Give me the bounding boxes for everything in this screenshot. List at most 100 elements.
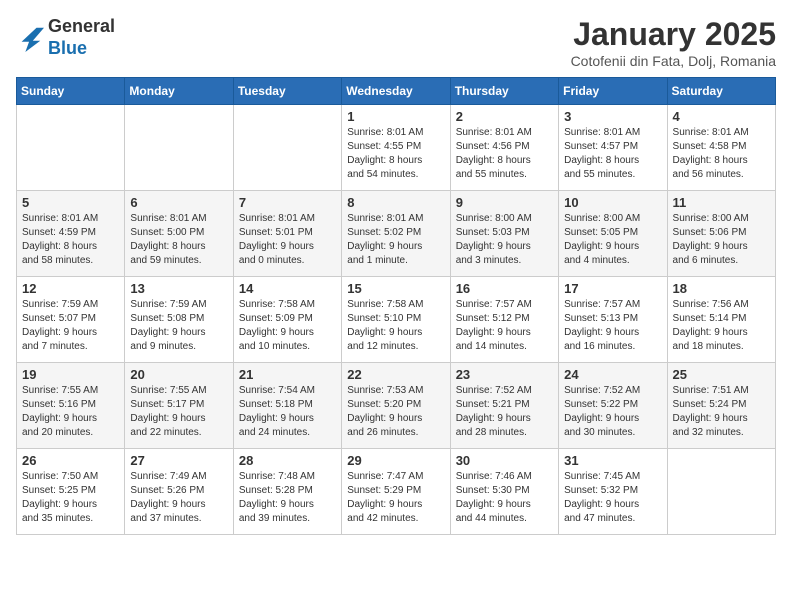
- day-info: Sunrise: 7:58 AM Sunset: 5:09 PM Dayligh…: [239, 298, 336, 354]
- day-number: 10: [564, 195, 661, 210]
- day-number: 18: [673, 281, 770, 296]
- day-info: Sunrise: 7:57 AM Sunset: 5:13 PM Dayligh…: [564, 298, 661, 354]
- calendar-cell: 25 Sunrise: 7:51 AM Sunset: 5:24 PM Dayli…: [667, 363, 775, 449]
- calendar-cell: 27 Sunrise: 7:49 AM Sunset: 5:26 PM Dayli…: [125, 449, 233, 535]
- day-number: 31: [564, 453, 661, 468]
- calendar-cell: 20Sunrise: 7:55 AM Sunset: 5:17 PM Dayli…: [125, 363, 233, 449]
- calendar-body: 1 Sunrise: 8:01 AM Sunset: 4:55 PM Daylig…: [17, 105, 776, 535]
- day-info: Sunrise: 8:01 AM Sunset: 5:02 PM Dayligh…: [347, 212, 444, 268]
- calendar-cell: 21 Sunrise: 7:54 AM Sunset: 5:18 PM Dayli…: [233, 363, 341, 449]
- weekday-header-thursday: Thursday: [450, 78, 558, 105]
- day-info: Sunrise: 8:01 AM Sunset: 4:56 PM Dayligh…: [456, 126, 553, 182]
- page-header: General Blue January 2025 Cotofenii din …: [16, 16, 776, 69]
- day-number: 27: [130, 453, 227, 468]
- calendar-week-2: 5 Sunrise: 8:01 AM Sunset: 4:59 PM Daylig…: [17, 191, 776, 277]
- day-info: Sunrise: 7:46 AM Sunset: 5:30 PM Dayligh…: [456, 470, 553, 526]
- day-info: Sunrise: 7:59 AM Sunset: 5:07 PM Dayligh…: [22, 298, 119, 354]
- day-number: 28: [239, 453, 336, 468]
- day-info: Sunrise: 8:01 AM Sunset: 5:01 PM Dayligh…: [239, 212, 336, 268]
- weekday-header-wednesday: Wednesday: [342, 78, 450, 105]
- day-info: Sunrise: 7:53 AM Sunset: 5:20 PM Dayligh…: [347, 384, 444, 440]
- calendar-cell: 13Sunrise: 7:59 AM Sunset: 5:08 PM Dayli…: [125, 277, 233, 363]
- calendar-cell: 1 Sunrise: 8:01 AM Sunset: 4:55 PM Daylig…: [342, 105, 450, 191]
- day-number: 15: [347, 281, 444, 296]
- day-info: Sunrise: 8:01 AM Sunset: 5:00 PM Dayligh…: [130, 212, 227, 268]
- calendar-cell: 12 Sunrise: 7:59 AM Sunset: 5:07 PM Dayli…: [17, 277, 125, 363]
- day-info: Sunrise: 8:01 AM Sunset: 4:55 PM Dayligh…: [347, 126, 444, 182]
- day-info: Sunrise: 7:57 AM Sunset: 5:12 PM Dayligh…: [456, 298, 553, 354]
- calendar-cell: 29Sunrise: 7:47 AM Sunset: 5:29 PM Dayli…: [342, 449, 450, 535]
- weekday-header-sunday: Sunday: [17, 78, 125, 105]
- day-number: 3: [564, 109, 661, 124]
- calendar-cell: 19Sunrise: 7:55 AM Sunset: 5:16 PM Dayli…: [17, 363, 125, 449]
- day-number: 19: [22, 367, 119, 382]
- day-info: Sunrise: 7:52 AM Sunset: 5:21 PM Dayligh…: [456, 384, 553, 440]
- day-number: 6: [130, 195, 227, 210]
- day-info: Sunrise: 8:00 AM Sunset: 5:03 PM Dayligh…: [456, 212, 553, 268]
- title-block: January 2025 Cotofenii din Fata, Dolj, R…: [571, 16, 776, 69]
- calendar-week-4: 19Sunrise: 7:55 AM Sunset: 5:16 PM Dayli…: [17, 363, 776, 449]
- day-info: Sunrise: 7:45 AM Sunset: 5:32 PM Dayligh…: [564, 470, 661, 526]
- calendar-cell: 9 Sunrise: 8:00 AM Sunset: 5:03 PM Daylig…: [450, 191, 558, 277]
- calendar-week-3: 12 Sunrise: 7:59 AM Sunset: 5:07 PM Dayli…: [17, 277, 776, 363]
- day-info: Sunrise: 8:00 AM Sunset: 5:05 PM Dayligh…: [564, 212, 661, 268]
- day-info: Sunrise: 7:54 AM Sunset: 5:18 PM Dayligh…: [239, 384, 336, 440]
- day-info: Sunrise: 7:50 AM Sunset: 5:25 PM Dayligh…: [22, 470, 119, 526]
- calendar-cell: 30 Sunrise: 7:46 AM Sunset: 5:30 PM Dayli…: [450, 449, 558, 535]
- day-number: 26: [22, 453, 119, 468]
- logo-general-text: General: [48, 16, 115, 36]
- day-number: 22: [347, 367, 444, 382]
- calendar-cell: 7 Sunrise: 8:01 AM Sunset: 5:01 PM Daylig…: [233, 191, 341, 277]
- calendar-cell: 2Sunrise: 8:01 AM Sunset: 4:56 PM Daylig…: [450, 105, 558, 191]
- calendar-cell: 3 Sunrise: 8:01 AM Sunset: 4:57 PM Daylig…: [559, 105, 667, 191]
- calendar-cell: 18Sunrise: 7:56 AM Sunset: 5:14 PM Dayli…: [667, 277, 775, 363]
- calendar-cell: 22 Sunrise: 7:53 AM Sunset: 5:20 PM Dayli…: [342, 363, 450, 449]
- day-number: 5: [22, 195, 119, 210]
- calendar-cell: [233, 105, 341, 191]
- day-info: Sunrise: 7:58 AM Sunset: 5:10 PM Dayligh…: [347, 298, 444, 354]
- day-number: 12: [22, 281, 119, 296]
- day-info: Sunrise: 7:49 AM Sunset: 5:26 PM Dayligh…: [130, 470, 227, 526]
- calendar-week-5: 26 Sunrise: 7:50 AM Sunset: 5:25 PM Dayli…: [17, 449, 776, 535]
- day-info: Sunrise: 7:51 AM Sunset: 5:24 PM Dayligh…: [673, 384, 770, 440]
- day-info: Sunrise: 7:47 AM Sunset: 5:29 PM Dayligh…: [347, 470, 444, 526]
- calendar-cell: 15 Sunrise: 7:58 AM Sunset: 5:10 PM Dayli…: [342, 277, 450, 363]
- day-info: Sunrise: 7:48 AM Sunset: 5:28 PM Dayligh…: [239, 470, 336, 526]
- day-number: 30: [456, 453, 553, 468]
- location-subtitle: Cotofenii din Fata, Dolj, Romania: [571, 53, 776, 69]
- day-number: 23: [456, 367, 553, 382]
- weekday-header-row: SundayMondayTuesdayWednesdayThursdayFrid…: [17, 78, 776, 105]
- day-number: 9: [456, 195, 553, 210]
- calendar-cell: 6 Sunrise: 8:01 AM Sunset: 5:00 PM Daylig…: [125, 191, 233, 277]
- calendar-cell: 17Sunrise: 7:57 AM Sunset: 5:13 PM Dayli…: [559, 277, 667, 363]
- day-number: 1: [347, 109, 444, 124]
- weekday-header-friday: Friday: [559, 78, 667, 105]
- day-number: 11: [673, 195, 770, 210]
- logo: General Blue: [16, 16, 115, 59]
- calendar-cell: 23 Sunrise: 7:52 AM Sunset: 5:21 PM Dayli…: [450, 363, 558, 449]
- day-info: Sunrise: 7:59 AM Sunset: 5:08 PM Dayligh…: [130, 298, 227, 354]
- calendar-cell: [17, 105, 125, 191]
- day-info: Sunrise: 8:01 AM Sunset: 4:59 PM Dayligh…: [22, 212, 119, 268]
- day-number: 16: [456, 281, 553, 296]
- calendar-cell: 11Sunrise: 8:00 AM Sunset: 5:06 PM Dayli…: [667, 191, 775, 277]
- day-info: Sunrise: 8:01 AM Sunset: 4:57 PM Dayligh…: [564, 126, 661, 182]
- calendar-cell: 5 Sunrise: 8:01 AM Sunset: 4:59 PM Daylig…: [17, 191, 125, 277]
- day-number: 21: [239, 367, 336, 382]
- day-number: 4: [673, 109, 770, 124]
- calendar-cell: 16 Sunrise: 7:57 AM Sunset: 5:12 PM Dayli…: [450, 277, 558, 363]
- calendar-cell: 26 Sunrise: 7:50 AM Sunset: 5:25 PM Dayli…: [17, 449, 125, 535]
- day-number: 24: [564, 367, 661, 382]
- weekday-header-tuesday: Tuesday: [233, 78, 341, 105]
- day-info: Sunrise: 7:52 AM Sunset: 5:22 PM Dayligh…: [564, 384, 661, 440]
- calendar-cell: [125, 105, 233, 191]
- day-info: Sunrise: 7:55 AM Sunset: 5:17 PM Dayligh…: [130, 384, 227, 440]
- calendar-cell: 10 Sunrise: 8:00 AM Sunset: 5:05 PM Dayli…: [559, 191, 667, 277]
- logo-icon: [16, 24, 44, 52]
- day-number: 7: [239, 195, 336, 210]
- calendar-cell: [667, 449, 775, 535]
- day-number: 25: [673, 367, 770, 382]
- calendar-cell: 14Sunrise: 7:58 AM Sunset: 5:09 PM Dayli…: [233, 277, 341, 363]
- calendar-week-1: 1 Sunrise: 8:01 AM Sunset: 4:55 PM Daylig…: [17, 105, 776, 191]
- day-number: 8: [347, 195, 444, 210]
